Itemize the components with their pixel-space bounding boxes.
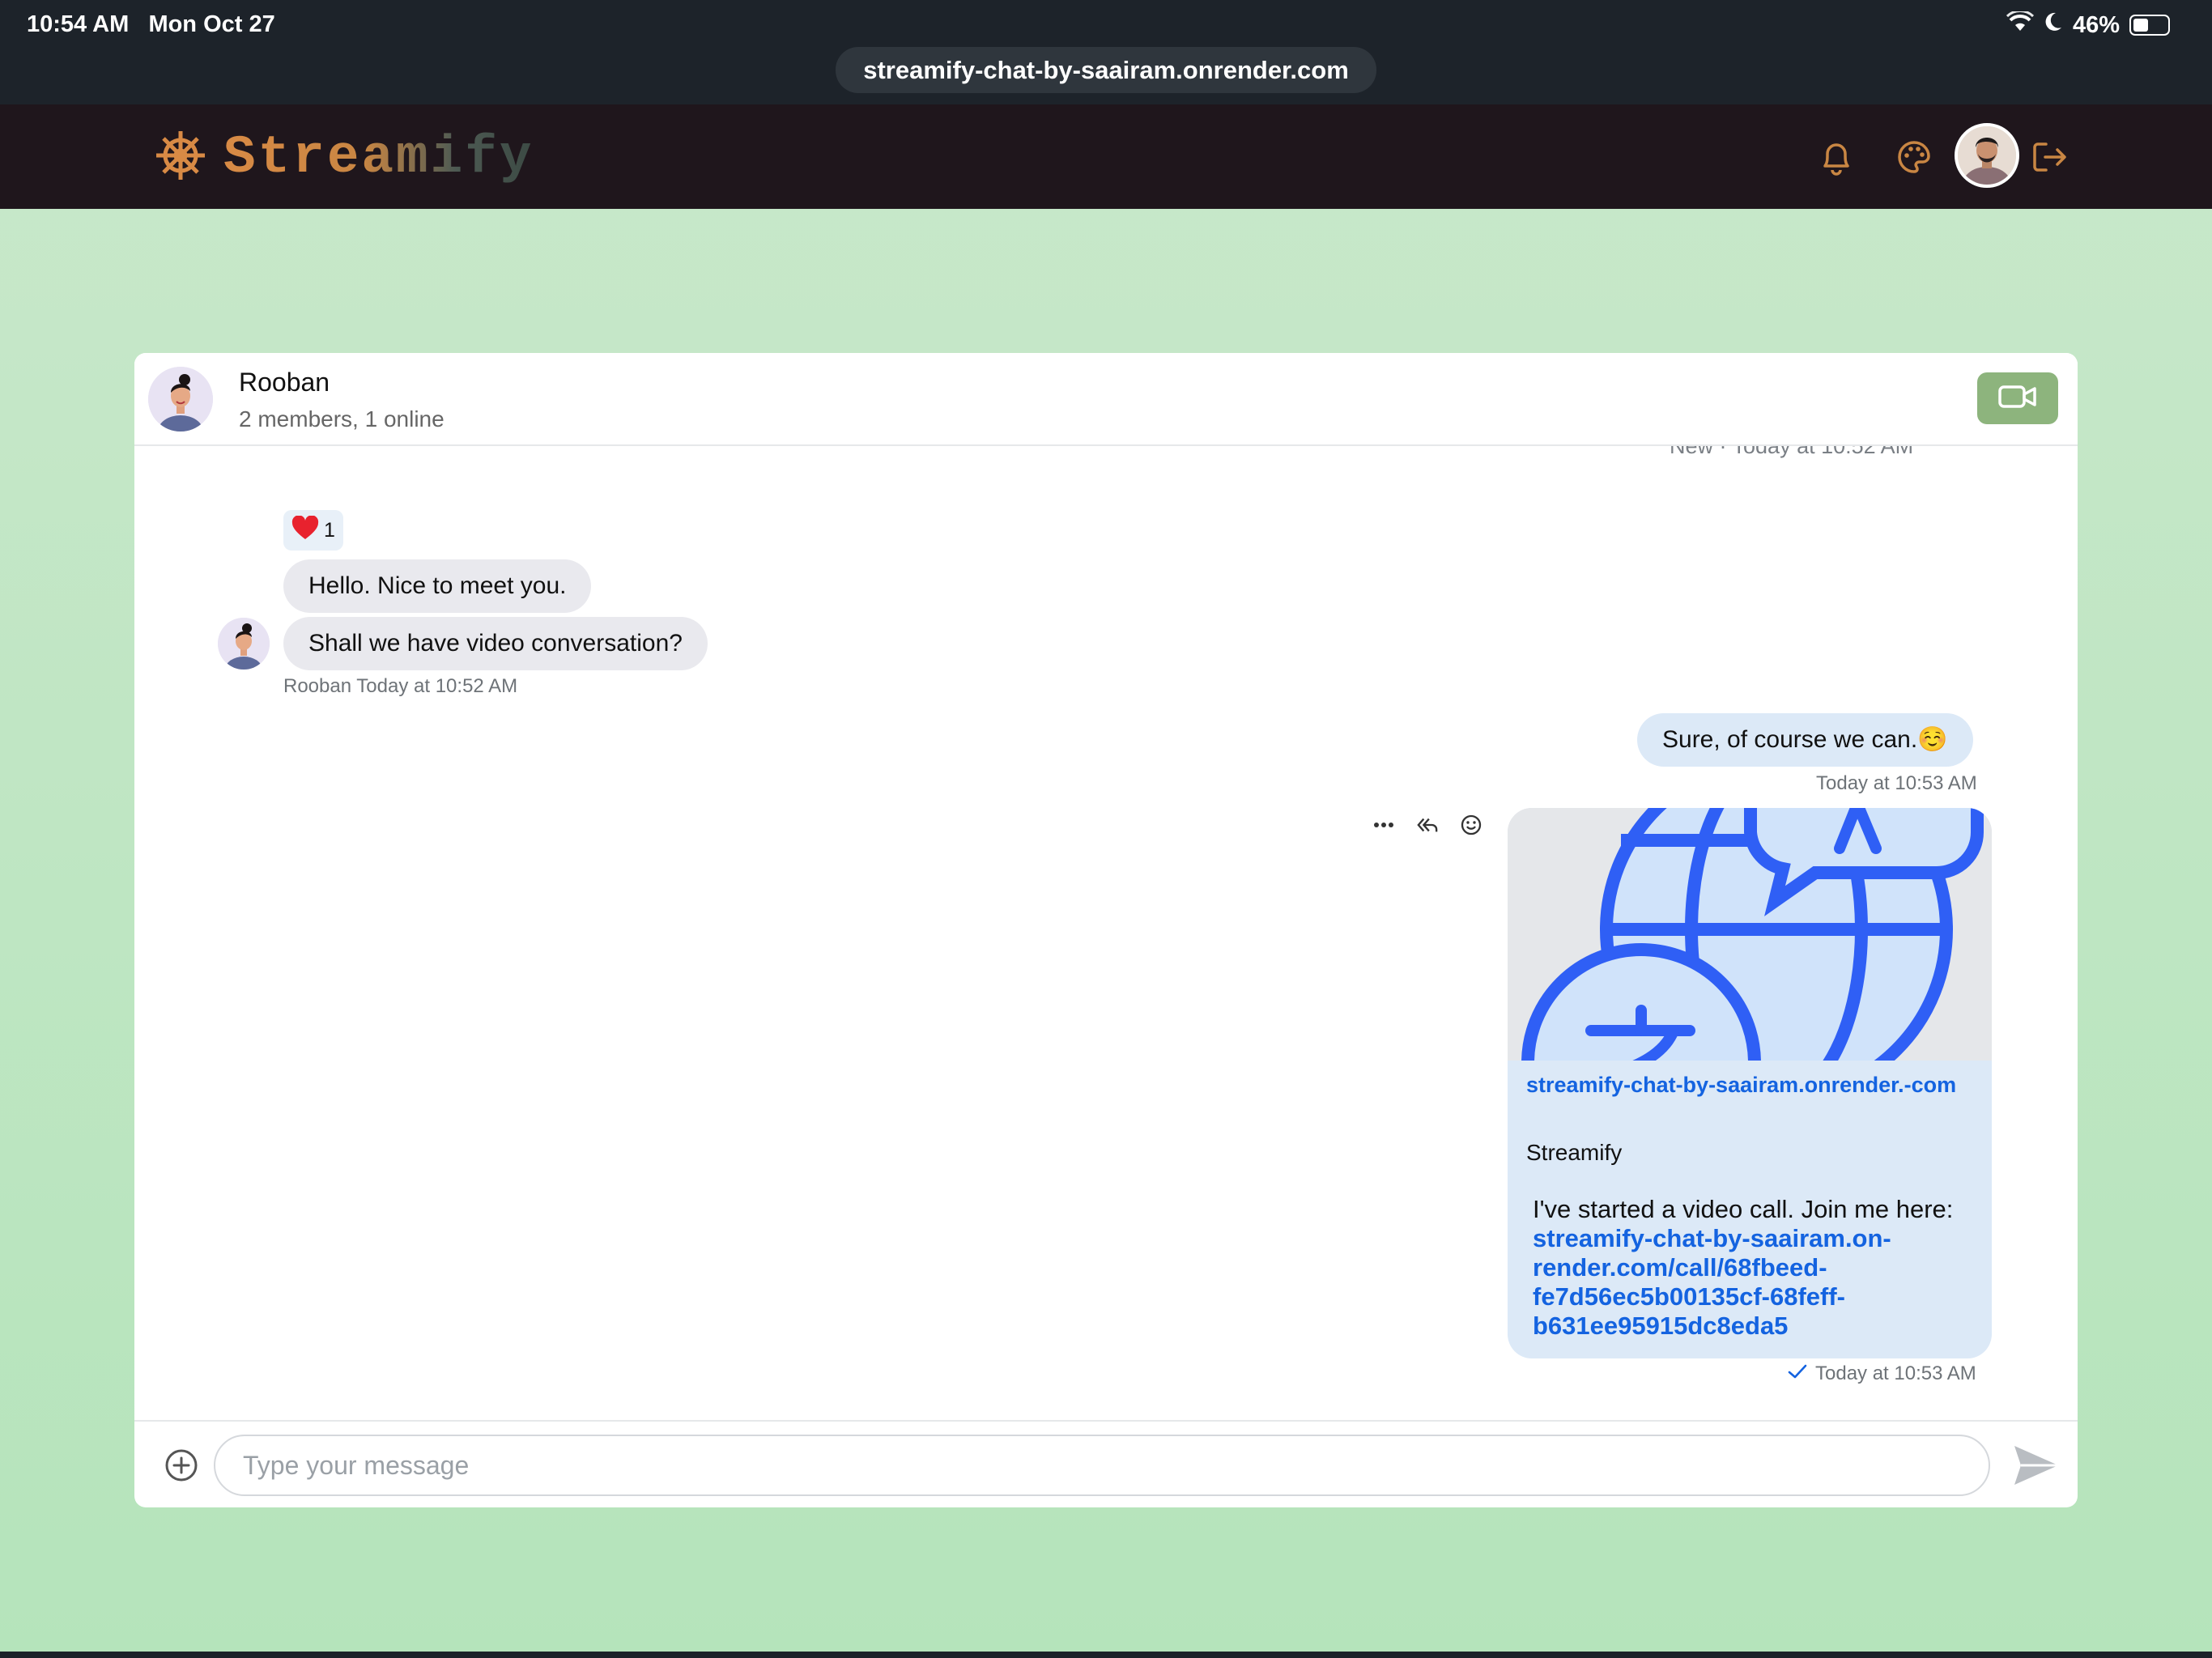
preview-title: Streamify — [1526, 1140, 1623, 1165]
message-timestamp: Today at 10:53 AM — [1815, 1363, 1976, 1384]
check-icon — [1788, 1363, 1807, 1385]
app-header: Streamify — [0, 104, 2212, 209]
wifi-icon — [2006, 10, 2034, 39]
message-actions — [1373, 814, 1482, 835]
bell-icon[interactable] — [1814, 134, 1859, 180]
device-status-bar: 10:54 AM Mon Oct 27 46% streamify-chat-b… — [0, 0, 2212, 104]
status-time: 10:54 AM Mon Oct 27 — [27, 11, 275, 38]
channel-name: Rooban — [239, 368, 330, 397]
logout-icon[interactable] — [2027, 134, 2073, 180]
emoji-reaction-icon[interactable] — [1461, 814, 1482, 835]
ship-wheel-icon — [154, 129, 207, 186]
clock: 10:54 AM — [27, 11, 130, 37]
channel-avatar — [148, 367, 213, 432]
battery-icon — [2129, 15, 2170, 36]
translate-globe-icon — [1508, 808, 1992, 1061]
message-meta: Rooban Today at 10:52 AM — [283, 675, 518, 697]
brand-name: Streamify — [223, 127, 534, 188]
call-link[interactable]: streamify-chat-by-saairam.on-render.com/… — [1533, 1224, 1891, 1340]
moon-icon — [2044, 11, 2063, 39]
more-options-icon[interactable] — [1373, 814, 1394, 835]
reaction-count: 1 — [324, 518, 335, 542]
reaction-badge[interactable]: 1 — [283, 510, 343, 551]
preview-link[interactable]: streamify-chat-by-saairam.onrender.-com — [1526, 1072, 1963, 1099]
message-bubble[interactable]: Shall we have video conversation? — [283, 617, 708, 670]
avatar[interactable] — [1955, 123, 2019, 188]
reply-all-icon[interactable] — [1417, 814, 1438, 835]
message-bubble[interactable]: Hello. Nice to meet you. — [283, 559, 592, 613]
message-composer — [134, 1420, 2078, 1507]
home-indicator-bar — [0, 1652, 2212, 1658]
date: Mon Oct 27 — [148, 11, 275, 37]
send-icon[interactable] — [2011, 1443, 2061, 1488]
chat-window: Rooban 2 members, 1 online New · Today a… — [134, 353, 2078, 1507]
member-count: 2 members, 1 online — [239, 406, 445, 432]
message-text: I've started a video call. Join me here:… — [1533, 1195, 1970, 1341]
address-bar[interactable]: streamify-chat-by-saairam.onrender.com — [836, 47, 1376, 93]
video-call-button[interactable] — [1977, 372, 2058, 424]
battery-percent: 46% — [2072, 11, 2120, 38]
preview-image — [1508, 808, 1992, 1061]
message-input[interactable] — [214, 1435, 1990, 1496]
heart-icon — [291, 514, 319, 546]
add-attachment-icon[interactable] — [164, 1448, 199, 1483]
status-indicators: 46% — [2006, 10, 2170, 39]
message-text-prefix: I've started a video call. Join me here: — [1533, 1195, 1954, 1223]
video-camera-icon — [1997, 383, 2038, 414]
battery-fill — [2133, 19, 2148, 32]
message-meta: Today at 10:53 AM — [1816, 772, 1977, 794]
message-meta: Today at 10:53 AM — [1788, 1363, 1976, 1385]
link-preview-message[interactable]: streamify-chat-by-saairam.onrender.-com … — [1508, 808, 1992, 1358]
message-bubble-own[interactable]: Sure, of course we can.☺️ — [1637, 713, 1973, 767]
channel-header: Rooban 2 members, 1 online — [134, 353, 2078, 446]
brand-logo[interactable]: Streamify — [154, 127, 534, 188]
palette-icon[interactable] — [1891, 134, 1937, 180]
sender-avatar — [218, 618, 270, 670]
